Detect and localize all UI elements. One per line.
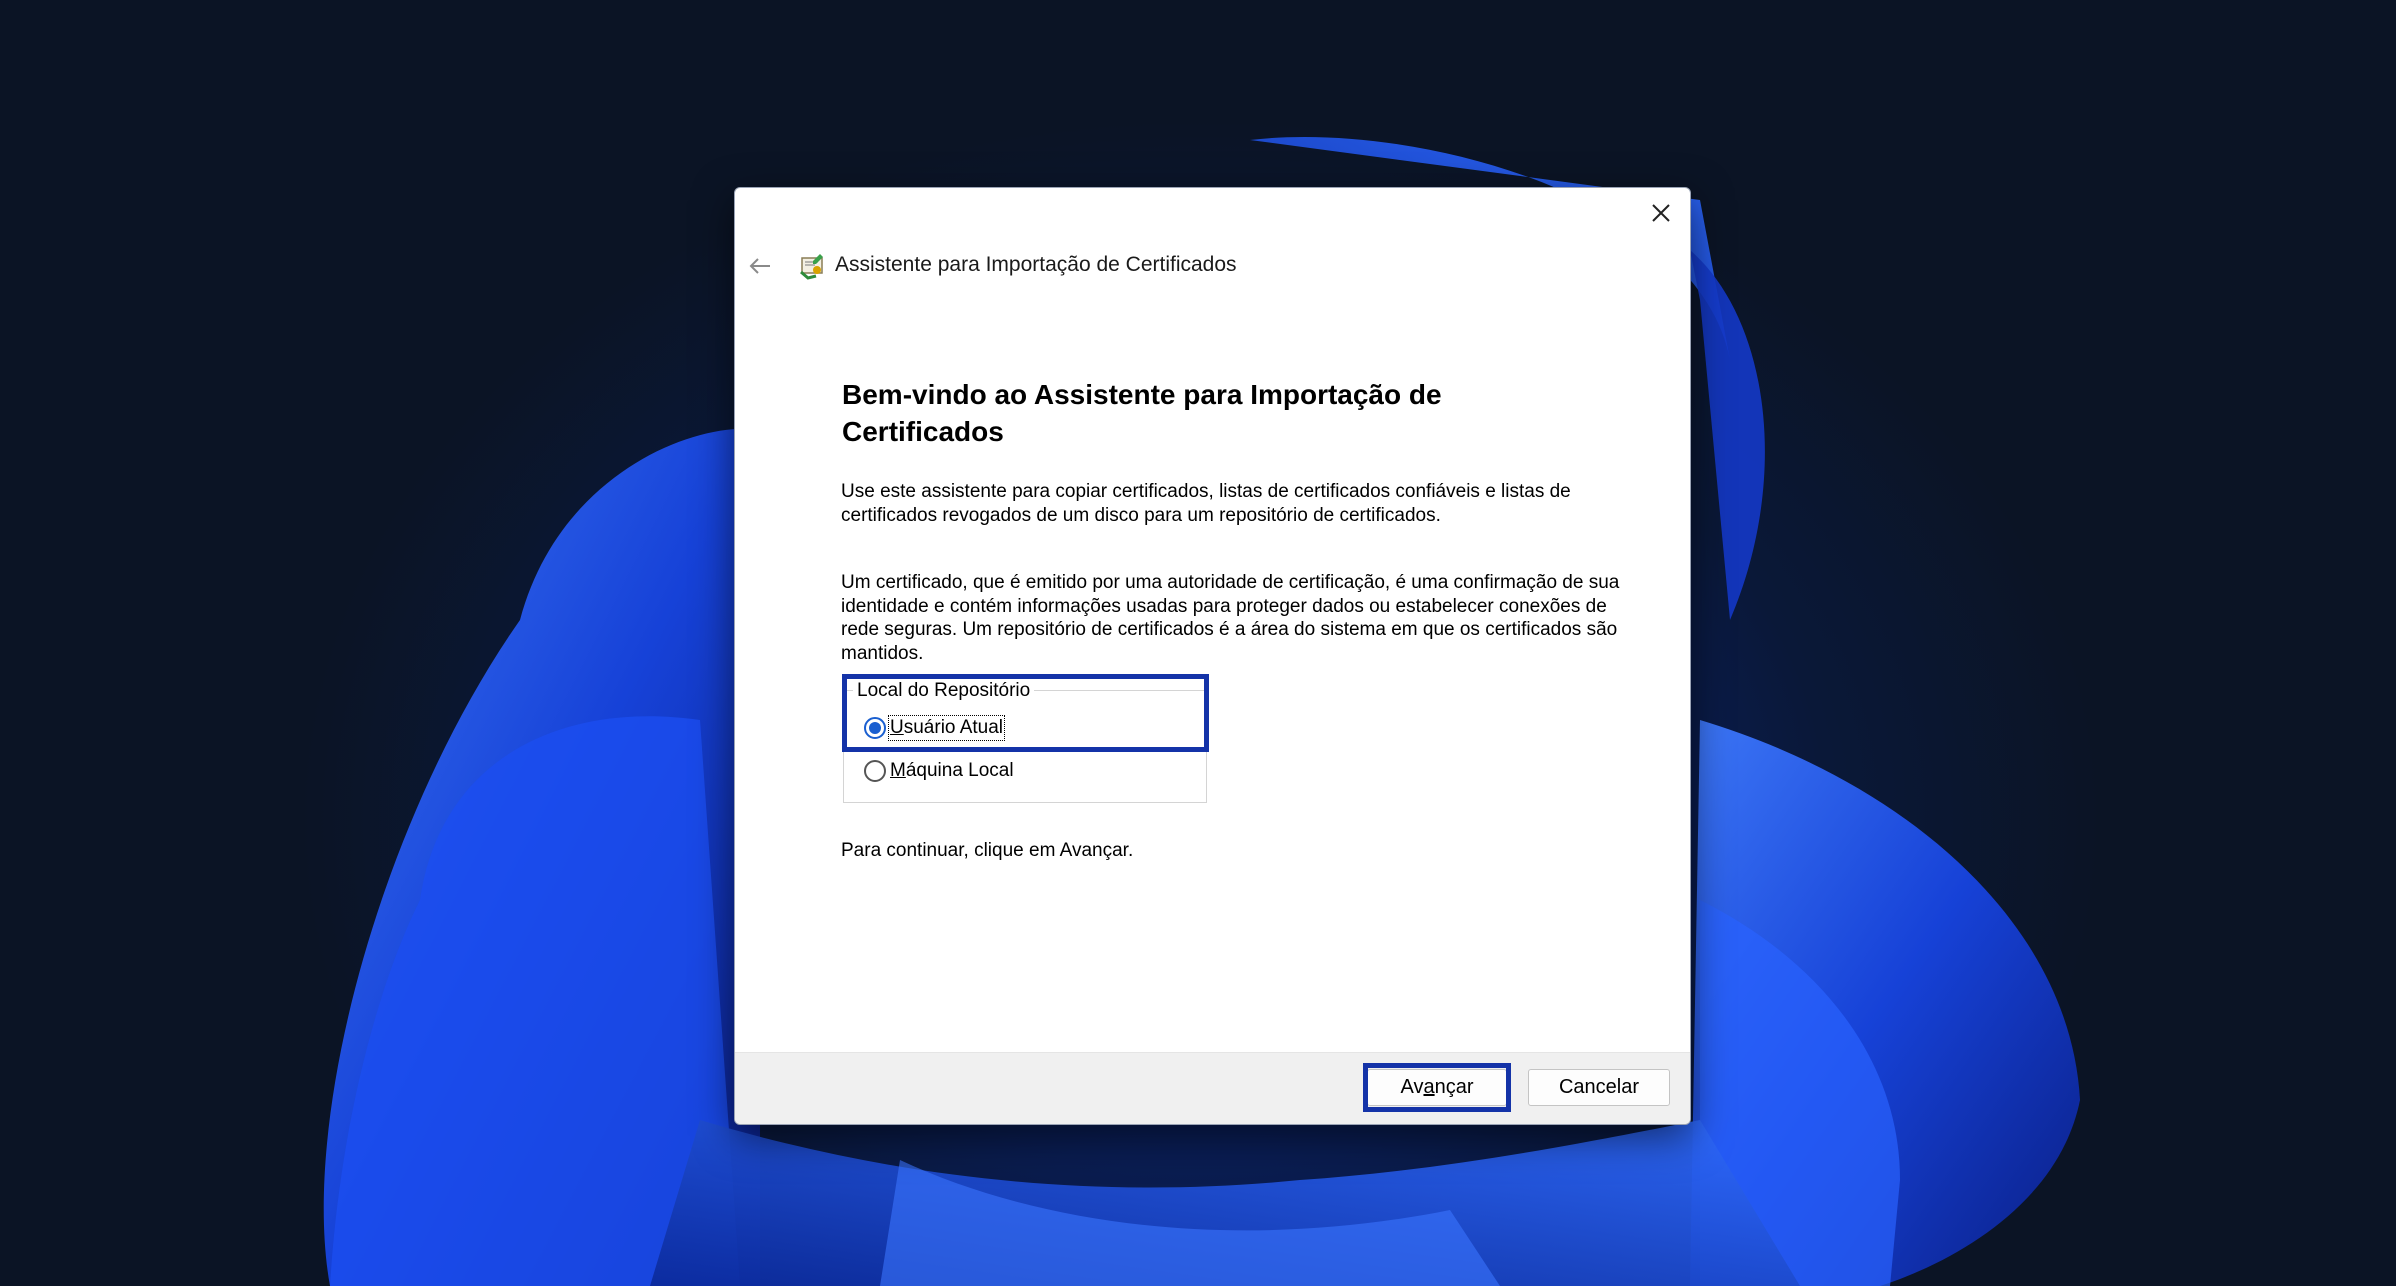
arrow-left-icon (749, 258, 770, 274)
local-machine-radio[interactable] (864, 760, 886, 782)
certificate-description-paragraph: Um certificado, que é emitido por uma au… (841, 572, 1620, 664)
certificate-icon (800, 254, 823, 280)
cancel-button[interactable]: Cancelar (1528, 1069, 1670, 1106)
next-button-highlight (1363, 1063, 1511, 1112)
wizard-title: Assistente para Importação de Certificad… (835, 253, 1237, 276)
local-machine-option[interactable]: Máquina Local (864, 760, 1014, 782)
close-icon (1652, 204, 1670, 222)
store-location-highlight (842, 674, 1209, 752)
continue-hint: Para continuar, clique em Avançar. (841, 840, 1134, 861)
back-button[interactable] (746, 252, 774, 280)
local-machine-label[interactable]: Máquina Local (890, 760, 1014, 782)
intro-paragraph: Use este assistente para copiar certific… (841, 481, 1571, 526)
welcome-heading: Bem-vindo ao Assistente para Importação … (842, 379, 1442, 447)
close-button[interactable] (1632, 188, 1690, 238)
